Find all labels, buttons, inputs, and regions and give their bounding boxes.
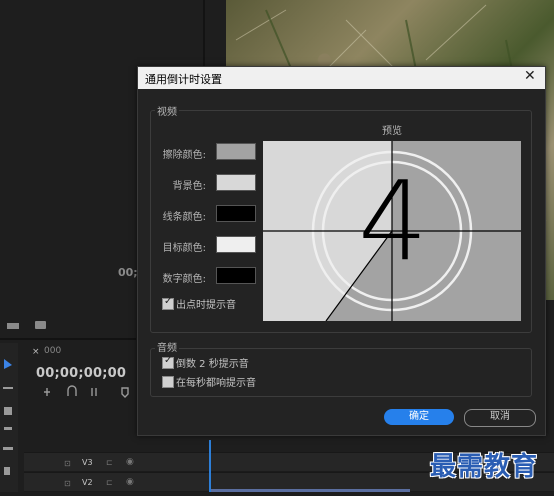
eye-icon[interactable]: ◉ xyxy=(126,457,134,467)
eye-icon[interactable]: ◉ xyxy=(126,477,134,487)
cue-each-sec-checkbox[interactable] xyxy=(162,376,174,388)
background-color-swatch[interactable] xyxy=(216,174,256,191)
number-color-swatch[interactable] xyxy=(216,267,256,284)
watermark-text: 最需教育 xyxy=(430,452,539,482)
timeline-timecode[interactable]: 00;00;00;00 xyxy=(36,366,126,381)
close-sequence-icon[interactable]: × xyxy=(32,347,40,357)
cancel-button[interactable]: 取消 xyxy=(464,409,536,427)
track-name: V3 xyxy=(82,458,93,467)
track-name: V2 xyxy=(82,478,93,487)
sync-icon[interactable]: ⊏ xyxy=(106,478,113,487)
tools-panel xyxy=(0,343,18,492)
ok-button[interactable]: 确定 xyxy=(384,409,454,425)
lock-icon[interactable]: ⊡ xyxy=(64,479,71,488)
marker-icon xyxy=(121,387,129,398)
background-color-label: 背景色: xyxy=(172,181,206,192)
line-color-label: 线条颜色: xyxy=(162,212,206,223)
countdown-preview: 4 xyxy=(263,141,521,321)
cue-on-out-label: 出点时提示音 xyxy=(176,300,236,311)
number-color-label: 数字颜色: xyxy=(162,274,206,285)
preview-label: 预览 xyxy=(382,126,402,137)
panel-divider[interactable] xyxy=(203,0,205,66)
playhead[interactable] xyxy=(209,440,211,492)
close-icon[interactable]: ✕ xyxy=(524,68,536,84)
countdown-settings-dialog: 通用倒计时设置 ✕ 视频 预览 擦除颜色: 背景色: 线条颜色: 目标颜色: 数… xyxy=(137,66,546,436)
dialog-title: 通用倒计时设置 xyxy=(145,73,222,86)
audio-group-title: 音频 xyxy=(155,339,179,354)
timeline-tools xyxy=(44,385,129,398)
cue-each-sec-label: 在每秒都响提示音 xyxy=(176,378,256,389)
target-color-label: 目标颜色: xyxy=(162,243,206,254)
cue-on-out-checkbox[interactable] xyxy=(162,296,174,310)
track-select-icon xyxy=(3,387,13,389)
cue-two-sec-label: 倒数 2 秒提示音 xyxy=(176,359,249,370)
sync-icon[interactable]: ⊏ xyxy=(106,458,113,467)
export-frame-icon xyxy=(7,323,19,329)
razor-icon xyxy=(4,427,12,430)
camera-icon xyxy=(35,321,46,329)
ripple-edit-icon xyxy=(4,407,12,415)
lock-icon[interactable]: ⊡ xyxy=(64,459,71,468)
video-group-title: 视频 xyxy=(155,103,179,118)
target-color-swatch[interactable] xyxy=(216,236,256,253)
magnet-icon xyxy=(67,385,77,396)
line-color-swatch[interactable] xyxy=(216,205,256,222)
sequence-tab[interactable]: 000 xyxy=(44,346,61,356)
selection-tool-icon xyxy=(4,359,12,369)
wipe-color-swatch[interactable] xyxy=(216,143,256,160)
panel-separator xyxy=(0,338,136,340)
dialog-titlebar[interactable]: 通用倒计时设置 ✕ xyxy=(138,67,545,89)
monitor-controls xyxy=(7,321,46,329)
insert-icon xyxy=(44,388,50,396)
wipe-color-label: 擦除颜色: xyxy=(162,150,206,161)
linked-icon xyxy=(91,388,97,396)
pen-icon xyxy=(4,467,10,475)
slip-icon xyxy=(3,447,13,450)
cue-two-sec-checkbox[interactable] xyxy=(162,355,174,369)
countdown-number: 4 xyxy=(358,157,428,285)
